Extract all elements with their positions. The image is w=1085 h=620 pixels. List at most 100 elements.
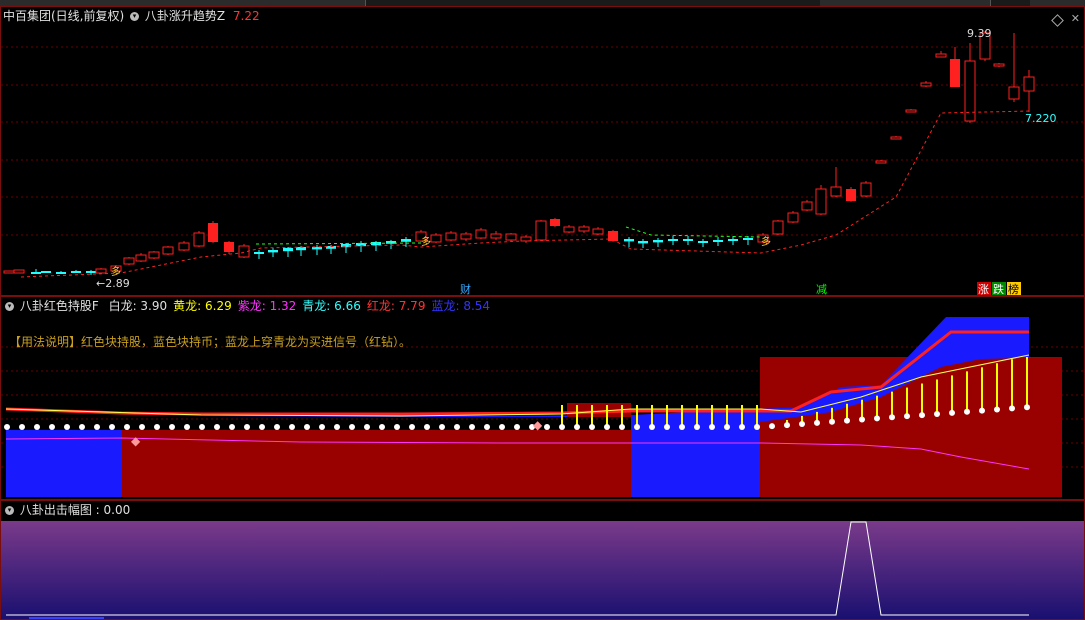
main-chart-panel[interactable]: 9.39 ←2.89 7.220 多多多财减涨跌榜 中百集团(日线,前复权) ▾ 八卦… [0,6,1085,296]
candle-body [401,239,411,242]
scrollbar-thumb [29,617,104,619]
line-value-0: 白龙: 3.90 [108,299,168,313]
candle-body [624,239,634,242]
indicator-menu-icon[interactable]: ▾ [5,302,14,311]
signal-dot [544,424,550,430]
candle-body [95,268,107,274]
signal-dot [274,424,280,430]
candle-body [713,240,723,242]
candle-body [638,241,648,244]
indicator-menu-icon[interactable]: ▾ [130,12,140,21]
strike-indicator-panel[interactable]: ▾ 八卦出击幅图 : 0.00 [0,500,1085,620]
candle-body [56,272,66,274]
candle-body [801,201,813,211]
candle-body [193,232,205,247]
signal-dot [904,413,910,420]
last-price-label: 7.220 [1025,112,1057,125]
signal-dot [244,424,250,430]
candle-body [993,63,1005,67]
signal-dot [124,424,130,430]
signal-dot [64,424,70,430]
candle-body [683,239,693,241]
candle-body [815,188,827,215]
candle-body [698,241,708,243]
strike-indicator-header: ▾ 八卦出击幅图 : 0.00 [3,503,130,517]
signal-dot [664,424,670,430]
signal-dot [289,424,295,430]
signal-dot [574,424,580,430]
signal-dot [589,424,595,430]
hold-indicator-chart[interactable]: ◆◆ [1,297,1084,499]
signal-mark: 榜 [1008,282,1019,295]
candle-body [846,189,856,201]
signal-dot [49,424,55,430]
indicator-name: 八卦出击幅图 [19,503,92,517]
red-diamond-icon: ◆ [131,434,141,448]
line-value-4: 红龙: 7.79 [366,299,426,313]
candle-body [578,226,590,232]
strike-indicator-chart[interactable] [1,501,1084,619]
signal-dot [439,424,445,430]
signal-dot [724,424,730,430]
duo-mark: 多 [111,265,121,278]
signal-dot [394,424,400,430]
line-value-1: 黄龙: 6.29 [173,299,232,313]
signal-dot [469,424,475,430]
hold-indicator-panel[interactable]: ◆ ◆ ▾ 八卦红色持股F 白龙: 3.90 黄龙: 6.29 紫龙: 1.32 青龙:… [0,296,1085,500]
line-value-3: 青龙: 6.66 [302,299,361,313]
signal-dot [964,408,970,415]
close-icon[interactable]: ✕ [1071,12,1080,25]
signal-dot [1009,405,1015,412]
signal-dot [649,424,655,430]
candle-body [490,233,502,239]
candle-body [743,238,753,240]
signal-dot [829,418,835,425]
candle-body [13,269,25,274]
candle-body [505,233,517,241]
indicator-menu-icon[interactable]: ▾ [5,506,14,515]
trend-line-green [255,242,422,245]
signal-dot [409,424,415,430]
signal-dot [769,423,775,430]
candle-body [135,254,147,262]
signal-dot [229,424,235,430]
signal-dot [814,419,820,426]
hold-indicator-header: ▾ 八卦红色持股F 白龙: 3.90 黄龙: 6.29 紫龙: 1.32 青龙: 6.… [3,299,490,313]
candle-body [935,53,947,58]
candle-body [1023,76,1035,92]
signal-dot [889,414,895,421]
candle-body [254,252,264,254]
signal-dot [784,422,790,429]
signal-dot [94,424,100,430]
red-diamond-icon: ◆ [533,418,543,432]
indicator-value: 7.22 [232,9,260,23]
candle-body [208,223,218,242]
duo-mark: 多 [761,235,771,248]
signal-dot [559,424,565,430]
duo-mark: 多 [421,235,431,248]
signal-dot [319,424,325,430]
candle-body [3,270,15,274]
signal-dot [739,424,745,430]
candle-body [950,59,960,87]
candle-body [563,226,575,233]
signal-dot [619,424,625,430]
signal-dot [169,424,175,430]
signal-dot [694,424,700,430]
candle-body [341,244,351,248]
line-value-2: 紫龙: 1.32 [237,299,297,313]
candle-body [653,240,663,243]
signal-dot [304,424,310,430]
signal-mark: 跌 [993,282,1004,295]
candle-body [920,82,932,87]
indicator-line-values: 白龙: 3.90 黄龙: 6.29 紫龙: 1.32 青龙: 6.66 红龙: 7.79… [103,299,490,313]
candlestick-chart[interactable]: 9.39←2.897.220多多 多财减涨跌榜 [1,7,1084,295]
signal-dot [109,424,115,430]
candle-body [123,257,135,265]
candle-body [268,250,278,253]
candle-body [86,271,96,273]
signal-dot [334,424,340,430]
candle-body [178,242,190,251]
signal-dot [484,424,490,430]
candle-body [830,186,842,197]
